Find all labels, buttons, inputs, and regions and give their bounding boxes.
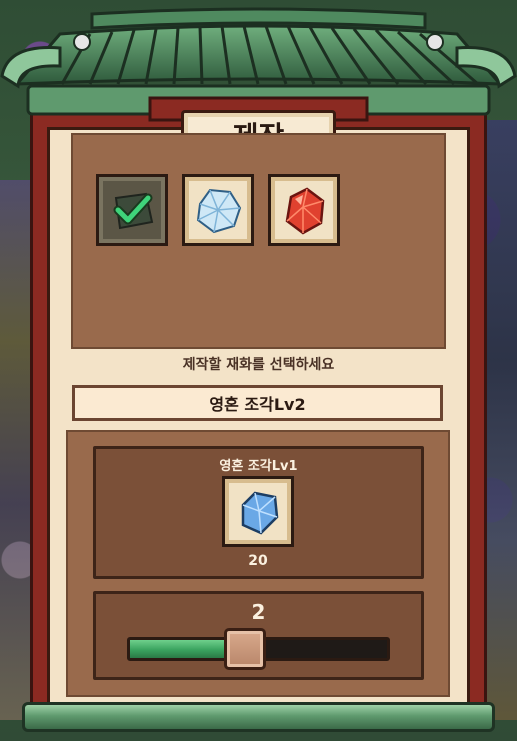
material-slot-red-crystal[interactable] [268,174,340,246]
material-slot-selected[interactable] [96,174,168,246]
diamond-ore-icon [196,188,242,234]
quantity-value: 2 [251,600,266,624]
pagoda-roof [0,7,517,122]
requirement-item-slot [222,476,294,547]
red-crystal-icon [285,187,325,235]
requirement-name: 영혼 조각Lv1 [219,459,298,474]
quantity-slider-handle[interactable] [224,628,266,670]
blue-crystal-icon [241,491,279,534]
selected-result-name: 영혼 조각Lv2 [72,385,443,421]
check-icon [113,192,154,230]
material-slot-diamond[interactable] [182,174,254,246]
requirement-count: 20 [248,553,268,569]
bottom-beam [22,702,495,732]
instruction-text: 제작할 재화를 선택하세요 [182,357,335,373]
